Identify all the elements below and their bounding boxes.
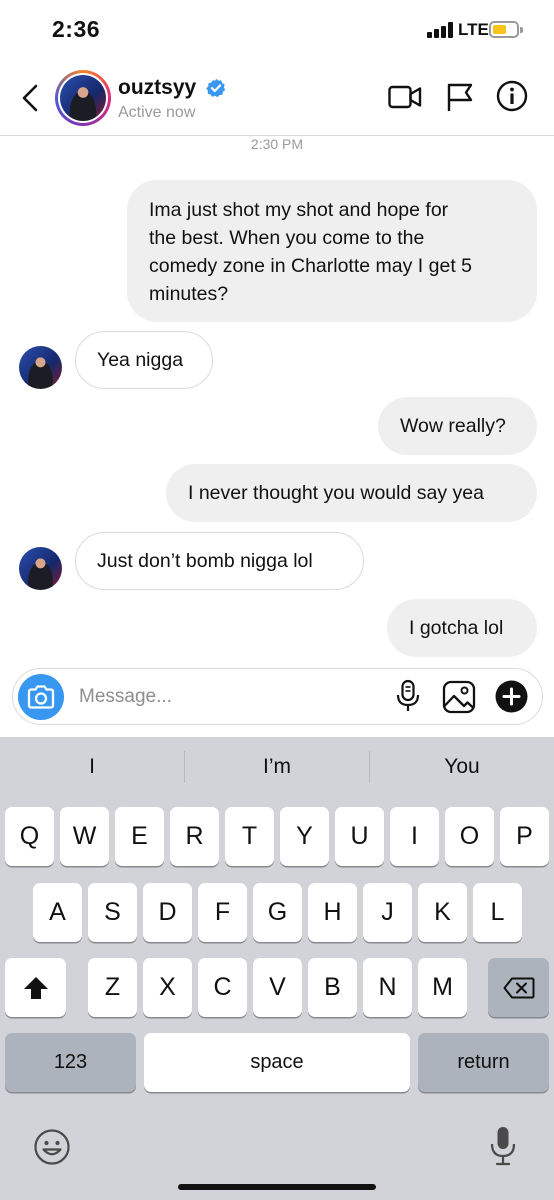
message-line: I gotcha lol: [409, 617, 504, 639]
plus-icon[interactable]: [495, 680, 528, 713]
key-s[interactable]: S: [88, 883, 137, 942]
numbers-key[interactable]: 123: [5, 1033, 136, 1092]
key-f[interactable]: F: [198, 883, 247, 942]
camera-button[interactable]: [18, 674, 64, 720]
key-g[interactable]: G: [253, 883, 302, 942]
message-input[interactable]: [79, 683, 379, 711]
chat-timestamp: 2:30 PM: [250, 136, 304, 152]
keyboard: I I’m You Q W E R T Y U I O P A S D F G …: [0, 737, 554, 1200]
message-bubble-sent[interactable]: Ima just shot my shot and hope for the b…: [127, 180, 537, 322]
signal-strength-icon: [427, 22, 453, 38]
key-l[interactable]: L: [473, 883, 522, 942]
camera-icon: [27, 685, 55, 709]
shift-key[interactable]: [5, 958, 66, 1017]
key-b[interactable]: B: [308, 958, 357, 1017]
key-o[interactable]: O: [445, 807, 494, 866]
message-bubble-received[interactable]: Just don’t bomb nigga lol: [75, 532, 364, 590]
suggestion-1[interactable]: I: [0, 755, 184, 779]
key-j[interactable]: J: [363, 883, 412, 942]
gallery-icon[interactable]: [442, 680, 476, 714]
battery-icon: [489, 21, 523, 38]
message-line: the best. When you come to the: [149, 227, 425, 249]
key-v[interactable]: V: [253, 958, 302, 1017]
key-x[interactable]: X: [143, 958, 192, 1017]
suggestion-3[interactable]: You: [370, 755, 554, 779]
info-icon[interactable]: [496, 80, 528, 112]
active-status: Active now: [118, 104, 196, 121]
key-r[interactable]: R: [170, 807, 219, 866]
key-i[interactable]: I: [390, 807, 439, 866]
home-indicator[interactable]: [178, 1184, 376, 1190]
key-z[interactable]: Z: [88, 958, 137, 1017]
key-m[interactable]: M: [418, 958, 467, 1017]
key-h[interactable]: H: [308, 883, 357, 942]
key-w[interactable]: W: [60, 807, 109, 866]
message-line: Yea nigga: [97, 349, 184, 371]
microphone-icon[interactable]: [395, 679, 421, 713]
key-e[interactable]: E: [115, 807, 164, 866]
message-line: Just don’t bomb nigga lol: [97, 550, 313, 572]
key-u[interactable]: U: [335, 807, 384, 866]
message-line: Ima just shot my shot and hope for: [149, 199, 449, 221]
message-bubble-sent[interactable]: I gotcha lol: [387, 599, 537, 657]
key-q[interactable]: Q: [5, 807, 54, 866]
contact-username[interactable]: ouztsyy: [118, 76, 196, 100]
backspace-key[interactable]: [488, 958, 549, 1017]
back-chevron-icon[interactable]: [18, 82, 44, 114]
predictive-bar: I I’m You: [0, 737, 554, 797]
space-key[interactable]: space: [144, 1033, 410, 1092]
backspace-icon: [503, 977, 535, 999]
chat-header: ouztsyy Active now: [0, 60, 554, 136]
avatar[interactable]: [55, 70, 111, 126]
sender-avatar[interactable]: [19, 346, 62, 389]
key-p[interactable]: P: [500, 807, 549, 866]
flag-icon[interactable]: [446, 82, 474, 112]
key-k[interactable]: K: [418, 883, 467, 942]
shift-icon: [24, 977, 48, 999]
emoji-icon[interactable]: [33, 1128, 71, 1166]
network-type: LTE: [458, 20, 489, 39]
sender-avatar[interactable]: [19, 547, 62, 590]
message-bubble-received[interactable]: Yea nigga: [75, 331, 213, 389]
return-key[interactable]: return: [418, 1033, 549, 1092]
key-d[interactable]: D: [143, 883, 192, 942]
key-c[interactable]: C: [198, 958, 247, 1017]
status-time: 2:36: [52, 16, 101, 42]
message-line: I never thought you would say yea: [188, 482, 484, 504]
verified-badge-icon: [206, 78, 226, 98]
key-a[interactable]: A: [33, 883, 82, 942]
dictation-icon[interactable]: [489, 1125, 517, 1167]
message-bubble-sent[interactable]: Wow really?: [378, 397, 537, 455]
message-bubble-sent[interactable]: I never thought you would say yea: [166, 464, 537, 522]
message-line: minutes?: [149, 283, 229, 305]
message-composer: [12, 668, 543, 725]
key-n[interactable]: N: [363, 958, 412, 1017]
key-y[interactable]: Y: [280, 807, 329, 866]
suggestion-2[interactable]: I’m: [185, 755, 369, 779]
message-line: Wow really?: [400, 415, 506, 437]
key-t[interactable]: T: [225, 807, 274, 866]
message-line: comedy zone in Charlotte may I get 5: [149, 255, 472, 277]
video-call-icon[interactable]: [388, 82, 422, 112]
status-bar: 2:36 LTE: [0, 0, 554, 60]
